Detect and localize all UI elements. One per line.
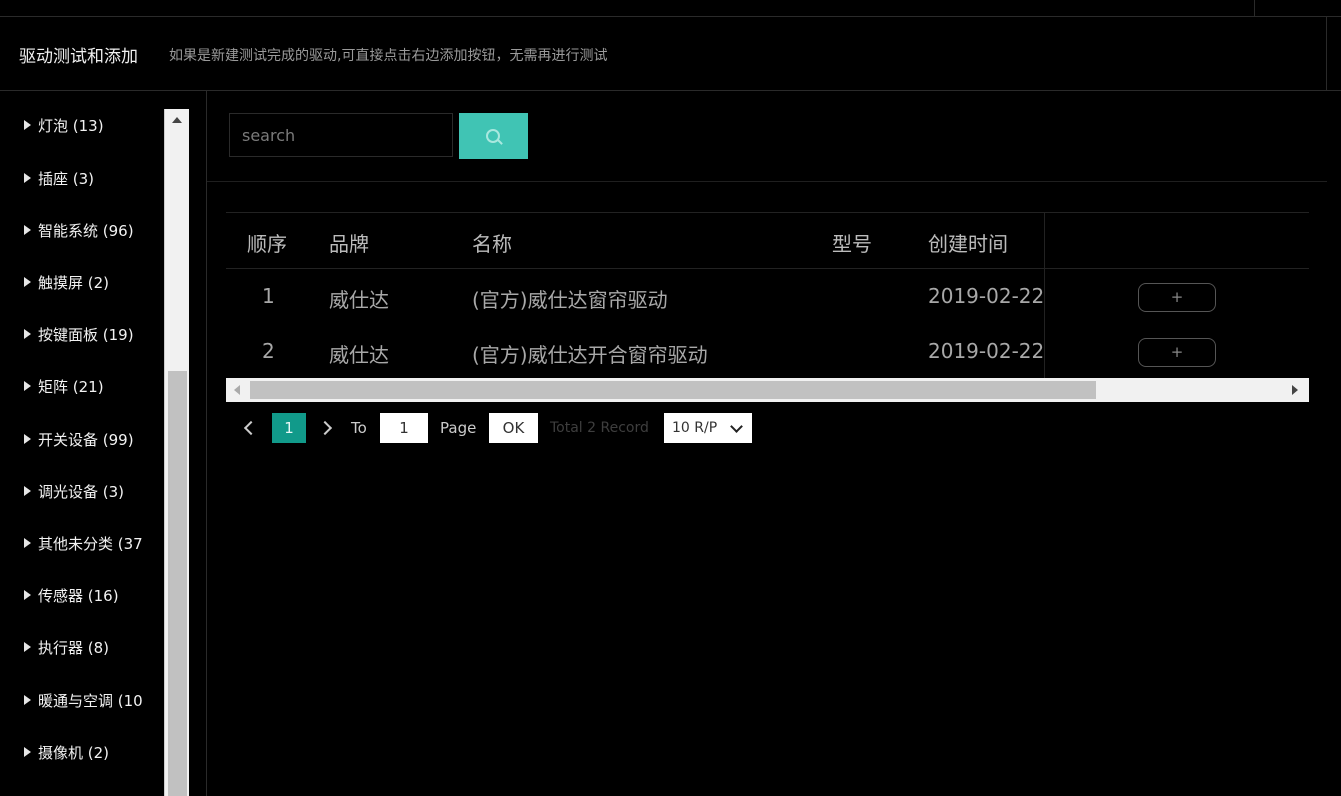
sidebar-item-smart-system[interactable]: 智能系统 (96) xyxy=(24,220,148,244)
sidebar-item-label: 执行器 (8) xyxy=(38,639,110,657)
column-header-index: 顺序 xyxy=(247,232,287,256)
page-subtitle: 如果是新建测试完成的驱动,可直接点击右边添加按钮，无需再进行测试 xyxy=(169,48,608,64)
scroll-up-arrow-icon[interactable] xyxy=(165,109,189,131)
sidebar-item-label: 调光设备 (3) xyxy=(38,483,125,501)
sidebar-item-bulb[interactable]: 灯泡 (13) xyxy=(24,115,148,139)
row-created: 2019-02-22 xyxy=(928,284,1045,308)
sidebar-item-socket[interactable]: 插座 (3) xyxy=(24,168,148,192)
caret-right-icon xyxy=(24,225,31,235)
row-created: 2019-02-22 xyxy=(928,339,1045,363)
caret-right-icon xyxy=(24,590,31,600)
goto-label: To xyxy=(351,419,367,437)
sidebar-item-label: 矩阵 (21) xyxy=(38,378,104,396)
caret-right-icon xyxy=(24,642,31,652)
row-index: 2 xyxy=(262,339,275,363)
caret-right-icon xyxy=(24,120,31,130)
sidebar-item-camera[interactable]: 摄像机 (2) xyxy=(24,742,148,766)
total-records: Total 2 Record xyxy=(550,420,649,436)
sidebar-scrollbar[interactable] xyxy=(164,109,189,796)
caret-right-icon xyxy=(24,434,31,444)
scroll-left-arrow-icon[interactable] xyxy=(234,385,240,395)
top-strip xyxy=(0,0,1341,17)
caret-right-icon xyxy=(24,747,31,757)
sidebar-item-dimmer[interactable]: 调光设备 (3) xyxy=(24,481,148,505)
caret-right-icon xyxy=(24,486,31,496)
sidebar-item-label: 暖通与空调 (10 xyxy=(38,692,143,710)
chevron-down-icon xyxy=(730,420,743,433)
table-horizontal-scrollbar[interactable] xyxy=(226,378,1309,402)
sidebar-item-label: 摄像机 (2) xyxy=(38,744,110,762)
sidebar-item-label: 触摸屏 (2) xyxy=(38,274,110,292)
column-header-brand: 品牌 xyxy=(329,232,369,256)
next-page-chevron-icon[interactable] xyxy=(318,416,338,440)
sidebar-item-label: 灯泡 (13) xyxy=(38,117,104,135)
category-sidebar: 灯泡 (13) 插座 (3) 智能系统 (96) 触摸屏 (2) 按键面板 (1… xyxy=(0,91,207,796)
page-number-current[interactable]: 1 xyxy=(272,413,306,443)
sidebar-item-matrix[interactable]: 矩阵 (21) xyxy=(24,376,148,400)
goto-page-input[interactable] xyxy=(380,413,428,443)
search-icon-handle xyxy=(497,139,503,145)
row-name: (官方)威仕达开合窗帘驱动 xyxy=(472,343,708,367)
search-bar xyxy=(207,91,1327,182)
row-brand: 威仕达 xyxy=(329,288,389,312)
category-list: 灯泡 (13) 插座 (3) 智能系统 (96) 触摸屏 (2) 按键面板 (1… xyxy=(0,91,164,796)
top-divider xyxy=(1254,0,1255,16)
caret-right-icon xyxy=(24,277,31,287)
column-header-name: 名称 xyxy=(472,232,512,256)
caret-right-icon xyxy=(24,538,31,548)
table-scroll-thumb[interactable] xyxy=(250,381,1096,399)
page-size-select[interactable]: 10 R/P xyxy=(664,413,752,443)
add-driver-button[interactable]: + xyxy=(1138,283,1216,312)
caret-right-icon xyxy=(24,329,31,339)
search-input[interactable] xyxy=(229,113,453,157)
prev-page-chevron-icon[interactable] xyxy=(240,416,260,440)
row-name: (官方)威仕达窗帘驱动 xyxy=(472,288,668,312)
column-header-model: 型号 xyxy=(832,232,872,256)
page-label: Page xyxy=(440,419,477,437)
sidebar-item-label: 按键面板 (19) xyxy=(38,326,134,344)
search-button[interactable] xyxy=(459,113,528,159)
sidebar-item-touchscreen[interactable]: 触摸屏 (2) xyxy=(24,272,148,296)
caret-right-icon xyxy=(24,173,31,183)
sidebar-item-actuator[interactable]: 执行器 (8) xyxy=(24,637,148,661)
sidebar-item-label: 智能系统 (96) xyxy=(38,222,134,240)
sidebar-item-uncategorized[interactable]: 其他未分类 (37 xyxy=(24,533,148,557)
sidebar-item-label: 插座 (3) xyxy=(38,170,95,188)
scroll-right-arrow-icon[interactable] xyxy=(1292,385,1298,395)
sidebar-item-label: 其他未分类 (37 xyxy=(38,535,143,553)
caret-right-icon xyxy=(24,381,31,391)
sidebar-item-sensor[interactable]: 传感器 (16) xyxy=(24,585,148,609)
row-index: 1 xyxy=(262,284,275,308)
row-brand: 威仕达 xyxy=(329,343,389,367)
sidebar-item-label: 开关设备 (99) xyxy=(38,431,134,449)
driver-table: 顺序 品牌 名称 型号 创建时间 1 威仕达 (官方)威仕达窗帘驱动 2019-… xyxy=(226,212,1309,379)
sidebar-item-hvac[interactable]: 暖通与空调 (10 xyxy=(24,690,148,714)
sidebar-item-label: 传感器 (16) xyxy=(38,587,119,605)
add-driver-button[interactable]: + xyxy=(1138,338,1216,367)
column-header-created: 创建时间 xyxy=(928,232,1008,256)
sidebar-scroll-thumb[interactable] xyxy=(168,371,187,796)
sidebar-item-keypad[interactable]: 按键面板 (19) xyxy=(24,324,148,348)
page-header: 驱动测试和添加 如果是新建测试完成的驱动,可直接点击右边添加按钮，无需再进行测试 xyxy=(0,17,1341,91)
page-title: 驱动测试和添加 xyxy=(19,47,138,67)
caret-right-icon xyxy=(24,695,31,705)
sidebar-item-switch[interactable]: 开关设备 (99) xyxy=(24,429,148,453)
goto-ok-button[interactable]: OK xyxy=(489,413,538,443)
pagination: 1 To Page OK Total 2 Record 10 R/P xyxy=(226,412,826,444)
page-size-value: 10 R/P xyxy=(672,420,718,436)
